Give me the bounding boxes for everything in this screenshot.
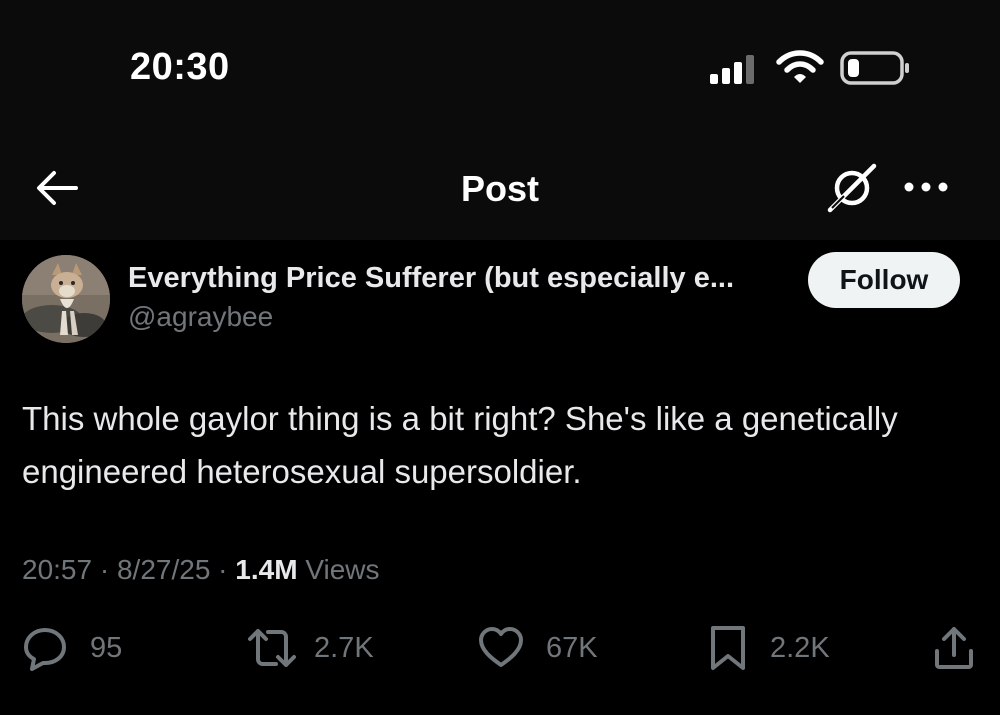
avatar[interactable] [22, 255, 110, 343]
post-time: 20:57 [22, 554, 93, 585]
repost-icon [248, 629, 296, 667]
bookmark-button[interactable]: 2.2K [708, 620, 830, 676]
cellular-signal-icon [710, 55, 754, 84]
bookmark-count: 2.2K [770, 631, 830, 664]
heart-icon [479, 627, 523, 667]
post-meta: 20:57 · 8/27/25 · 1.4M Views [22, 554, 380, 586]
post-date: 8/27/25 [116, 554, 211, 585]
status-time: 20:30 [130, 46, 230, 88]
views-count[interactable]: 1.4M [235, 554, 297, 585]
fox-avatar-image [22, 255, 110, 343]
grok-icon[interactable] [824, 162, 878, 216]
share-button[interactable] [932, 620, 976, 676]
wifi-icon [776, 50, 824, 83]
meta-separator: · [99, 554, 110, 585]
repost-count: 2.7K [314, 631, 374, 664]
battery-icon [840, 51, 909, 85]
reply-icon [24, 628, 66, 671]
meta-separator: · [218, 554, 228, 585]
status-icons [706, 48, 916, 88]
like-button[interactable]: 67K [478, 620, 598, 676]
reply-button[interactable]: 95 [22, 620, 122, 676]
like-count: 67K [546, 631, 598, 664]
reply-count: 95 [90, 631, 123, 664]
author-handle[interactable]: @agraybee [128, 301, 273, 333]
author-name[interactable]: Everything Price Sufferer (but especiall… [128, 262, 788, 295]
follow-button[interactable]: Follow [808, 252, 960, 308]
post-screen: 20:30 Post Everything Price Sufferer (bu… [0, 0, 1000, 715]
bookmark-icon [711, 626, 745, 670]
repost-button[interactable]: 2.7K [246, 620, 374, 676]
post-text: This whole gaylor thing is a bit right? … [22, 400, 898, 490]
share-icon [935, 627, 973, 669]
action-bar: 95 2.7K 67K 2.2K [0, 620, 1000, 676]
top-bar: 20:30 Post [0, 0, 1000, 240]
more-icon[interactable] [900, 172, 952, 202]
views-label: Views [305, 554, 380, 585]
